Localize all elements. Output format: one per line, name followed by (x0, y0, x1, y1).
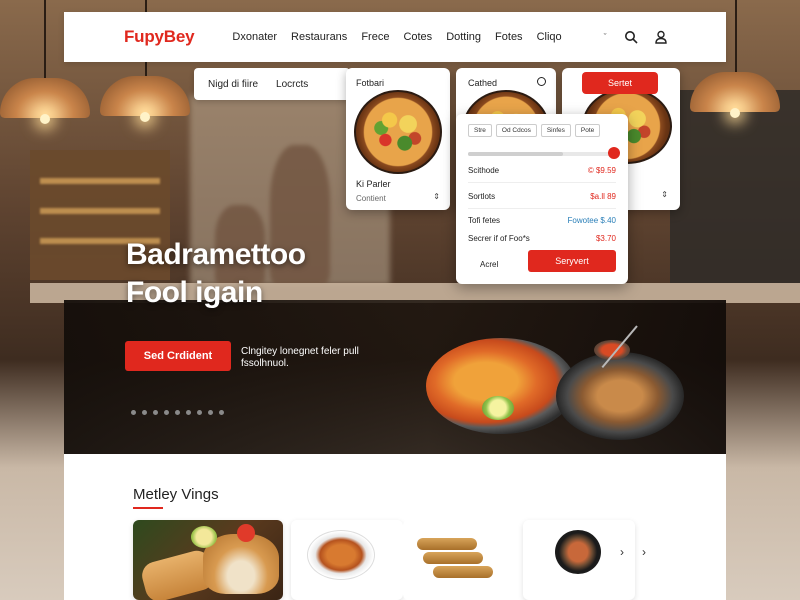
section-underline (133, 507, 163, 509)
card-name: Ki Parler (356, 179, 391, 189)
chip[interactable]: Pote (574, 124, 601, 137)
roll-image (417, 538, 477, 550)
food-bowl-image (354, 90, 442, 174)
carousel-dot[interactable] (153, 410, 158, 415)
carousel-dot[interactable] (186, 410, 191, 415)
carousel-dot[interactable] (208, 410, 213, 415)
food-tile[interactable] (133, 520, 283, 600)
nav-links: Dxonater Restaurans Frece Cotes Dotting … (232, 31, 561, 43)
chip[interactable]: Sinfes (540, 124, 571, 137)
nav-link[interactable]: Frece (361, 31, 389, 43)
close-icon[interactable] (537, 77, 546, 86)
user-icon[interactable] (654, 30, 668, 44)
card-meta: Contient (356, 194, 386, 203)
carousel-dot[interactable] (197, 410, 202, 415)
hero-title-line: Badramettoo (126, 238, 306, 271)
chevron-down-icon[interactable]: ˇ (604, 32, 607, 42)
submit-button[interactable]: Seryvert (528, 250, 616, 272)
summary-row: Tofi fetes Fowotee $.40 (468, 216, 616, 225)
filter-option[interactable]: Nigd di fiire (208, 79, 258, 90)
carousel-next-arrow[interactable]: › (620, 545, 624, 559)
carousel-dot[interactable] (142, 410, 147, 415)
cancel-button[interactable]: Acrel (480, 260, 498, 269)
product-card[interactable]: Fotbari Ki Parler Contient ⇕ (346, 68, 450, 210)
filter-option[interactable]: Locrcts (276, 79, 308, 90)
row-value: $a.ll 89 (590, 192, 616, 201)
hero-subtitle: Clngitey lonegnet feler pull fssolhnuol. (241, 346, 359, 369)
card-title: Cathed (468, 78, 498, 88)
food-tile[interactable] (523, 520, 635, 600)
slider-fill (468, 152, 563, 156)
carousel-dot[interactable] (219, 410, 224, 415)
hero-title-line: Fool igain (126, 276, 263, 309)
nav-link[interactable]: Cotes (403, 31, 432, 43)
hero-cta-button[interactable]: Sed Crdident (125, 341, 231, 371)
food-plate-image (555, 530, 601, 574)
carousel-dots (131, 410, 224, 415)
carousel-next-arrow[interactable]: › (642, 545, 646, 559)
hero-title: Badramettoo Fool igain (126, 236, 306, 312)
card-title: Fotbari (356, 78, 385, 88)
top-navbar: FupyBey Dxonater Restaurans Frece Cotes … (64, 12, 726, 62)
roll-image (433, 566, 493, 578)
search-icon[interactable] (624, 30, 638, 44)
food-tile[interactable] (403, 520, 515, 600)
order-summary-popover: Stre Od Cdcos Sinfes Pote Scithode © $9.… (456, 114, 628, 284)
food-tile[interactable] (291, 520, 403, 600)
sort-icon[interactable]: ⇕ (661, 190, 668, 199)
range-slider[interactable] (468, 152, 616, 156)
food-plate-image (307, 530, 375, 580)
sort-icon[interactable]: ⇕ (433, 192, 440, 201)
filter-bar: Nigd di fiire Locrcts (194, 68, 350, 100)
carousel-dot[interactable] (164, 410, 169, 415)
nav-link[interactable]: Dotting (446, 31, 481, 43)
slider-knob[interactable] (608, 147, 620, 159)
select-button[interactable]: Sertet (582, 72, 658, 94)
nav-link[interactable]: Cliqo (537, 31, 562, 43)
filter-chips: Stre Od Cdcos Sinfes Pote (468, 124, 601, 137)
summary-row: Sortlots $a.ll 89 (468, 192, 616, 201)
chip[interactable]: Od Cdcos (495, 124, 537, 137)
row-value: © $9.59 (587, 166, 616, 175)
brand-logo[interactable]: FupyBey (124, 27, 195, 47)
row-label: Scithode (468, 166, 500, 175)
row-label: Tofi fetes (468, 216, 501, 225)
chip[interactable]: Stre (468, 124, 492, 137)
food-plate-image (556, 352, 684, 440)
row-label: Sortlots (468, 192, 496, 201)
nav-link[interactable]: Restaurans (291, 31, 347, 43)
section-title: Metley Vings (133, 486, 219, 503)
nav-link[interactable]: Dxonater (232, 31, 277, 43)
summary-row: Scithode © $9.59 (468, 166, 616, 175)
row-label: Secrer if of Foo*s (468, 234, 530, 243)
carousel-dot[interactable] (131, 410, 136, 415)
roll-image (423, 552, 483, 564)
nav-link[interactable]: Fotes (495, 31, 523, 43)
tomato-image (237, 524, 255, 542)
summary-row: Secrer if of Foo*s $3.70 (468, 234, 616, 243)
row-value: $3.70 (595, 234, 616, 243)
carousel-dot[interactable] (175, 410, 180, 415)
lime-image (191, 526, 217, 548)
lemon-slice-image (482, 396, 514, 420)
row-value: Fowotee $.40 (567, 216, 616, 225)
